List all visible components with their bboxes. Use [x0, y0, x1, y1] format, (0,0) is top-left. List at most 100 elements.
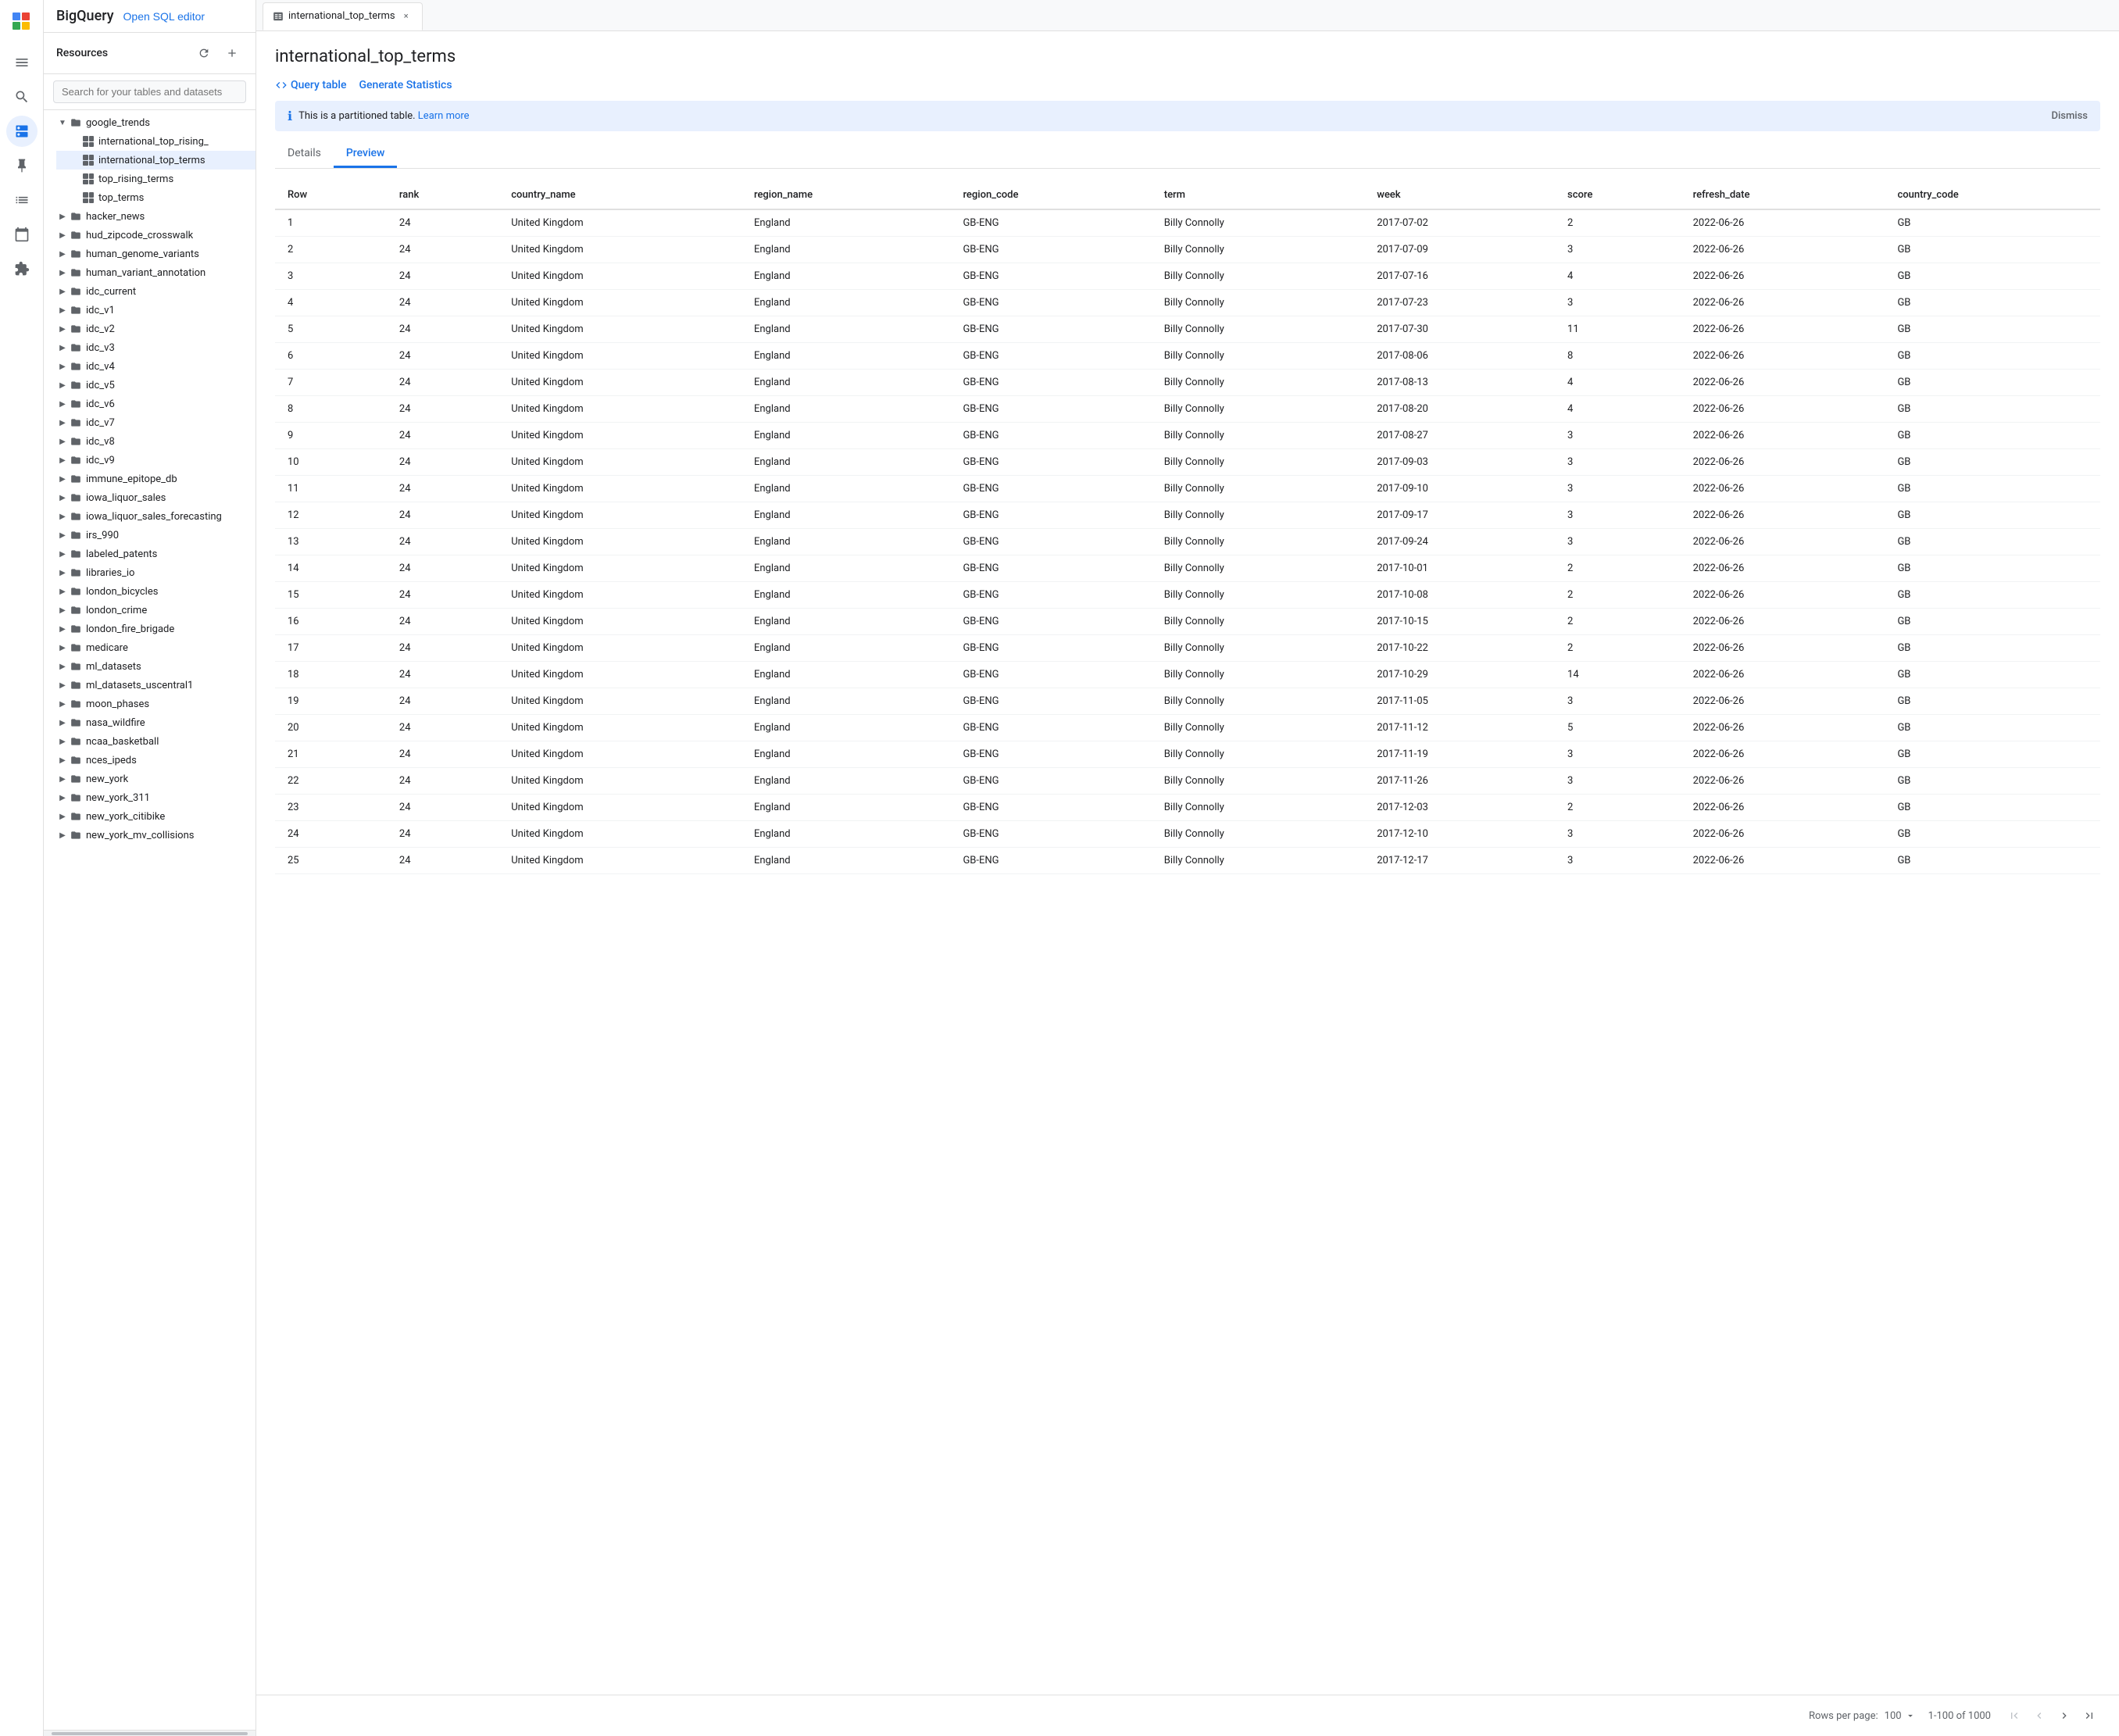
table-cell-region_name: England [741, 768, 950, 795]
tree-item-london_fire_brigade[interactable]: ▶ london_fire_brigade [44, 620, 255, 638]
table-cell-Row: 5 [275, 316, 387, 343]
tree-label: idc_v9 [86, 455, 115, 466]
tab-details[interactable]: Details [275, 141, 334, 168]
tree-item-new_york_311[interactable]: ▶ new_york_311 [44, 788, 255, 807]
tree-item-libraries_io[interactable]: ▶ libraries_io [44, 563, 255, 582]
search-input[interactable] [53, 80, 246, 103]
table-cell-region_name: England [741, 662, 950, 688]
table-cell-refresh_date: 2022-06-26 [1681, 237, 1885, 263]
table-cell-region_name: England [741, 821, 950, 848]
tree-item-immune_epitope_db[interactable]: ▶ immune_epitope_db [44, 470, 255, 488]
table-cell-Row: 6 [275, 343, 387, 370]
table-cell-country_code: GB [1885, 688, 2100, 715]
tree-item-moon_phases[interactable]: ▶ moon_phases [44, 695, 255, 713]
table-cell-week: 2017-07-30 [1364, 316, 1555, 343]
tab-close-button[interactable]: × [400, 10, 413, 23]
nav-calendar-icon[interactable] [6, 219, 38, 250]
tree-item-idc_v2[interactable]: ▶ idc_v2 [44, 320, 255, 338]
open-sql-button[interactable]: Open SQL editor [123, 10, 205, 23]
sidebar-header: Resources [44, 33, 255, 74]
nav-database-icon[interactable] [6, 116, 38, 147]
learn-more-link[interactable]: Learn more [418, 110, 470, 122]
tree-item-hacker_news[interactable]: ▶ hacker_news [44, 207, 255, 226]
tree-item-international-top-terms[interactable]: international_top_terms [56, 151, 255, 170]
table-row: 1224United KingdomEnglandGB-ENGBilly Con… [275, 502, 2100, 529]
tree-item-new_york[interactable]: ▶ new_york [44, 770, 255, 788]
tree-item-nasa_wildfire[interactable]: ▶ nasa_wildfire [44, 713, 255, 732]
nav-pin-icon[interactable] [6, 150, 38, 181]
table-header-score: score [1555, 181, 1681, 209]
tree-item-ml_datasets[interactable]: ▶ ml_datasets [44, 657, 255, 676]
table-cell-region_code: GB-ENG [950, 609, 1151, 635]
tree-item-london_bicycles[interactable]: ▶ london_bicycles [44, 582, 255, 601]
tree-item-ml_datasets_uscentral1[interactable]: ▶ ml_datasets_uscentral1 [44, 676, 255, 695]
tree-item-london_crime[interactable]: ▶ london_crime [44, 601, 255, 620]
nav-search-icon[interactable] [6, 81, 38, 113]
tree-item-idc_v3[interactable]: ▶ idc_v3 [44, 338, 255, 357]
tree-item-idc_v8[interactable]: ▶ idc_v8 [44, 432, 255, 451]
table-cell-refresh_date: 2022-06-26 [1681, 263, 1885, 290]
dataset-icon [69, 547, 83, 561]
dismiss-button[interactable]: Dismiss [2051, 110, 2088, 122]
tree-item-labeled_patents[interactable]: ▶ labeled_patents [44, 545, 255, 563]
tree-item-iowa_liquor_sales_forecasting[interactable]: ▶ iowa_liquor_sales_forecasting [44, 507, 255, 526]
tree-item-idc_v4[interactable]: ▶ idc_v4 [44, 357, 255, 376]
tree-item-new_york_citibike[interactable]: ▶ new_york_citibike [44, 807, 255, 826]
table-cell-Row: 2 [275, 237, 387, 263]
table-cell-country_name: United Kingdom [498, 502, 741, 529]
prev-page-button[interactable] [2028, 1705, 2050, 1727]
tree-item-top-terms[interactable]: top_terms [56, 188, 255, 207]
tree-item-google-trends[interactable]: ▼ google_trends [44, 113, 255, 132]
tab-preview[interactable]: Preview [334, 141, 398, 168]
table-cell-region_name: England [741, 688, 950, 715]
table-cell-rank: 24 [387, 555, 498, 582]
tree-item-nces_ipeds[interactable]: ▶ nces_ipeds [44, 751, 255, 770]
tree-item-medicare[interactable]: ▶ medicare [44, 638, 255, 657]
tree-item-hud_zipcode_crosswalk[interactable]: ▶ hud_zipcode_crosswalk [44, 226, 255, 245]
dataset-icon [69, 472, 83, 486]
table-cell-country_code: GB [1885, 209, 2100, 237]
table-cell-region_name: England [741, 316, 950, 343]
tree-item-top-rising-terms[interactable]: top_rising_terms [56, 170, 255, 188]
tree-item-ncaa_basketball[interactable]: ▶ ncaa_basketball [44, 732, 255, 751]
table-cell-refresh_date: 2022-06-26 [1681, 848, 1885, 874]
table-header-country_code: country_code [1885, 181, 2100, 209]
nav-list-icon[interactable] [6, 184, 38, 216]
query-table-link[interactable]: Query table [275, 79, 346, 91]
table-cell-country_name: United Kingdom [498, 821, 741, 848]
tree-item-idc_v9[interactable]: ▶ idc_v9 [44, 451, 255, 470]
tree-item-new_york_mv_collisions[interactable]: ▶ new_york_mv_collisions [44, 826, 255, 845]
tree-arrow: ▶ [56, 510, 69, 523]
tree-item-human_genome_variants[interactable]: ▶ human_genome_variants [44, 245, 255, 263]
table-cell-region_name: England [741, 476, 950, 502]
table-cell-region_name: England [741, 609, 950, 635]
last-page-button[interactable] [2078, 1705, 2100, 1727]
tree-item-international-top-rising[interactable]: international_top_rising_ [56, 132, 255, 151]
nav-puzzle-icon[interactable] [6, 253, 38, 284]
rows-per-page-select[interactable]: 100 [1885, 1710, 1916, 1722]
table-cell-Row: 22 [275, 768, 387, 795]
first-page-button[interactable] [2003, 1705, 2025, 1727]
dataset-icon [69, 416, 83, 430]
table-row: 1924United KingdomEnglandGB-ENGBilly Con… [275, 688, 2100, 715]
tree-item-idc_current[interactable]: ▶ idc_current [44, 282, 255, 301]
refresh-button[interactable] [193, 42, 215, 64]
tree-item-idc_v7[interactable]: ▶ idc_v7 [44, 413, 255, 432]
tree-item-idc_v5[interactable]: ▶ idc_v5 [44, 376, 255, 395]
tree-item-human_variant_annotation[interactable]: ▶ human_variant_annotation [44, 263, 255, 282]
dataset-icon [69, 603, 83, 617]
table-cell-rank: 24 [387, 635, 498, 662]
next-page-button[interactable] [2053, 1705, 2075, 1727]
table-cell-rank: 24 [387, 529, 498, 555]
nav-menu-icon[interactable] [6, 47, 38, 78]
table-cell-country_code: GB [1885, 848, 2100, 874]
tree-item-idc_v1[interactable]: ▶ idc_v1 [44, 301, 255, 320]
tree-item-irs_990[interactable]: ▶ irs_990 [44, 526, 255, 545]
add-button[interactable] [221, 42, 243, 64]
table-cell-Row: 10 [275, 449, 387, 476]
tree-label: international_top_rising_ [98, 136, 209, 148]
tree-item-iowa_liquor_sales[interactable]: ▶ iowa_liquor_sales [44, 488, 255, 507]
tree-item-idc_v6[interactable]: ▶ idc_v6 [44, 395, 255, 413]
generate-stats-link[interactable]: Generate Statistics [359, 79, 452, 91]
main-tab[interactable]: international_top_terms × [263, 2, 423, 30]
